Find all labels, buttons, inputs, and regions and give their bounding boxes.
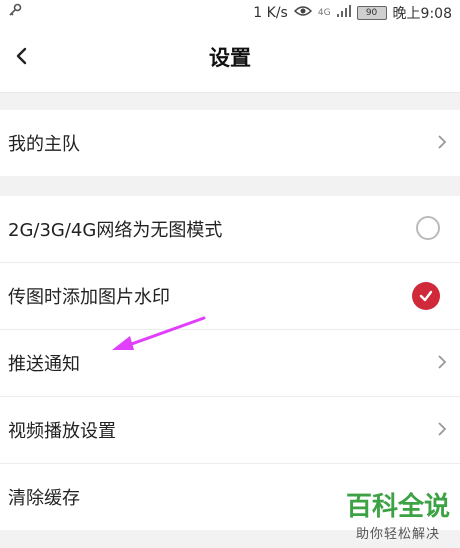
chevron-right-icon [436,352,448,377]
signal-icon [336,5,351,21]
no-image-mode-radio[interactable] [416,216,440,240]
settings-row-video-playback[interactable]: 视频播放设置 [0,397,460,464]
row-label: 视频播放设置 [8,421,116,442]
annotation-arrow-icon [108,312,208,360]
settings-section-general: 2G/3G/4G网络为无图模式 传图时添加图片水印 推送通知 视频播放设置 清除… [0,196,460,530]
watermark-subtitle: 助你轻松解决 [355,527,440,542]
battery-indicator: 90 [356,6,387,20]
row-label: 2G/3G/4G网络为无图模式 [8,220,223,241]
row-label: 传图时添加图片水印 [8,287,170,308]
page-title: 设置 [209,46,251,70]
network-type: 4G [317,8,331,18]
settings-row-push-notifications[interactable]: 推送通知 [0,330,460,397]
chevron-right-icon [436,419,448,444]
clock: 晚上9:08 [392,6,452,22]
row-label: 清除缓存 [8,488,80,509]
watermark-checkbox[interactable] [412,282,440,310]
settings-section-team: 我的主队 [0,110,460,176]
settings-row-no-image-mode[interactable]: 2G/3G/4G网络为无图模式 [0,196,460,263]
watermark-title: 百科全说 [345,492,450,522]
watermark-logo: 百科全说 助你轻松解决 [346,486,450,542]
net-speed: 1 K/s [253,5,288,21]
row-label: 我的主队 [8,134,80,155]
status-bar: 1 K/s 4G 90 晚上9:08 [0,0,460,24]
chevron-right-icon [436,132,448,157]
app-header: 设置 [0,24,460,93]
row-label: 推送通知 [8,354,80,375]
settings-row-watermark[interactable]: 传图时添加图片水印 [0,263,460,330]
settings-row-my-team[interactable]: 我的主队 [0,110,460,176]
eye-icon [293,5,312,21]
key-icon [8,3,22,21]
